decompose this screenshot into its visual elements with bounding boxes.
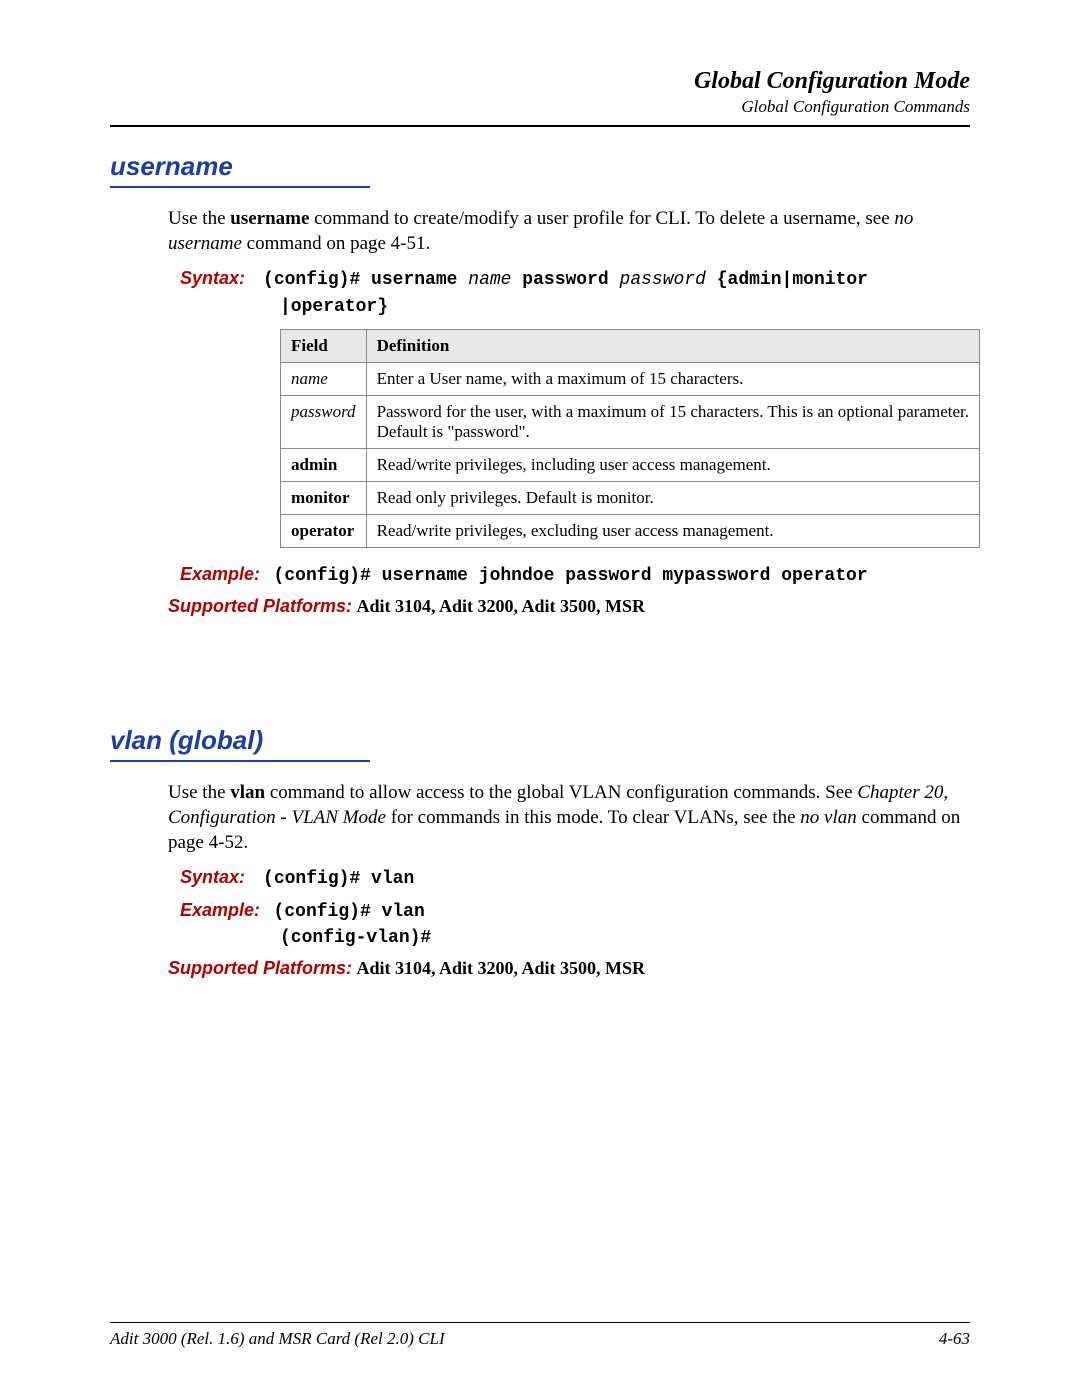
intro-paragraph: Use the vlan command to allow access to … (168, 781, 970, 855)
text: command to create/modify a user profile … (309, 208, 894, 229)
footer-left: Adit 3000 (Rel. 1.6) and MSR Card (Rel 2… (110, 1329, 445, 1349)
page-header: Global Configuration Mode Global Configu… (110, 68, 970, 117)
footer-rule (110, 1322, 970, 1323)
page-footer: Adit 3000 (Rel. 1.6) and MSR Card (Rel 2… (110, 1322, 970, 1349)
param: password (620, 270, 706, 290)
table-header-row: Field Definition (281, 329, 980, 362)
table-row: password Password for the user, with a m… (281, 395, 980, 448)
platforms-text: Adit 3104, Adit 3200, Adit 3500, MSR (357, 958, 646, 978)
cell-def: Enter a User name, with a maximum of 15 … (366, 362, 979, 395)
text: command on page 4-51. (242, 233, 430, 254)
cell-field: monitor (281, 481, 367, 514)
text: for commands in this mode. To clear VLAN… (386, 807, 800, 828)
cell-def: Read/write privileges, excluding user ac… (366, 514, 979, 547)
text: Use the (168, 208, 230, 229)
ref-command: no vlan (800, 807, 856, 828)
command-name: vlan (230, 782, 265, 803)
text: command to allow access to the global VL… (265, 782, 857, 803)
col-field: Field (281, 329, 367, 362)
section-gap (110, 635, 970, 725)
example-block: Example: (config)# username johndoe pass… (280, 562, 970, 588)
definition-table-wrap: Field Definition name Enter a User name,… (280, 329, 970, 548)
cell-def: Password for the user, with a maximum of… (366, 395, 979, 448)
syntax-block: Syntax: (config)# username name password… (280, 266, 970, 319)
section-heading-username: username (110, 151, 970, 182)
example-line-1: (config)# vlan (274, 902, 425, 922)
table-row: admin Read/write privileges, including u… (281, 448, 980, 481)
example-block: Example: (config)# vlan (config-vlan)# (280, 898, 970, 951)
heading-underline (110, 760, 370, 762)
platforms-label: Supported Platforms: (168, 958, 352, 978)
section-heading-vlan: vlan (global) (110, 725, 970, 756)
footer-page-number: 4-63 (939, 1329, 970, 1349)
syntax-text: (config)# vlan (263, 869, 414, 889)
platforms-label: Supported Platforms: (168, 596, 352, 616)
text: Use the (168, 782, 230, 803)
cell-field: operator (281, 514, 367, 547)
syntax-label: Syntax: (180, 268, 245, 288)
example-line-2: (config-vlan)# (280, 928, 431, 948)
example-label: Example: (180, 564, 260, 584)
footer-row: Adit 3000 (Rel. 1.6) and MSR Card (Rel 2… (110, 1329, 970, 1349)
example-text: (config)# username johndoe password mypa… (274, 566, 868, 586)
example-label: Example: (180, 900, 260, 920)
cell-field: password (281, 395, 367, 448)
table-row: name Enter a User name, with a maximum o… (281, 362, 980, 395)
cell-field: admin (281, 448, 367, 481)
supported-platforms: Supported Platforms: Adit 3104, Adit 320… (168, 596, 970, 617)
heading-underline (110, 186, 370, 188)
section-username: username Use the username command to cre… (110, 151, 970, 617)
param: name (468, 270, 511, 290)
header-subtitle: Global Configuration Commands (110, 97, 970, 117)
table-row: monitor Read only privileges. Default is… (281, 481, 980, 514)
page: Global Configuration Mode Global Configu… (0, 0, 1080, 1397)
definition-table: Field Definition name Enter a User name,… (280, 329, 980, 548)
header-title: Global Configuration Mode (110, 68, 970, 95)
command-name: username (230, 208, 309, 229)
syntax-label: Syntax: (180, 867, 245, 887)
col-definition: Definition (366, 329, 979, 362)
cell-field: name (281, 362, 367, 395)
syntax-block: Syntax: (config)# vlan (280, 865, 970, 891)
intro-paragraph: Use the username command to create/modif… (168, 207, 970, 256)
platforms-text: Adit 3104, Adit 3200, Adit 3500, MSR (357, 596, 646, 616)
cell-def: Read only privileges. Default is monitor… (366, 481, 979, 514)
header-rule (110, 125, 970, 127)
syntax-text: (config)# username name password passwor… (263, 270, 868, 316)
table-row: operator Read/write privileges, excludin… (281, 514, 980, 547)
section-vlan-global: vlan (global) Use the vlan command to al… (110, 725, 970, 979)
supported-platforms: Supported Platforms: Adit 3104, Adit 320… (168, 958, 970, 979)
text: (config)# username (263, 270, 468, 290)
text: password (511, 270, 619, 290)
cell-def: Read/write privileges, including user ac… (366, 448, 979, 481)
